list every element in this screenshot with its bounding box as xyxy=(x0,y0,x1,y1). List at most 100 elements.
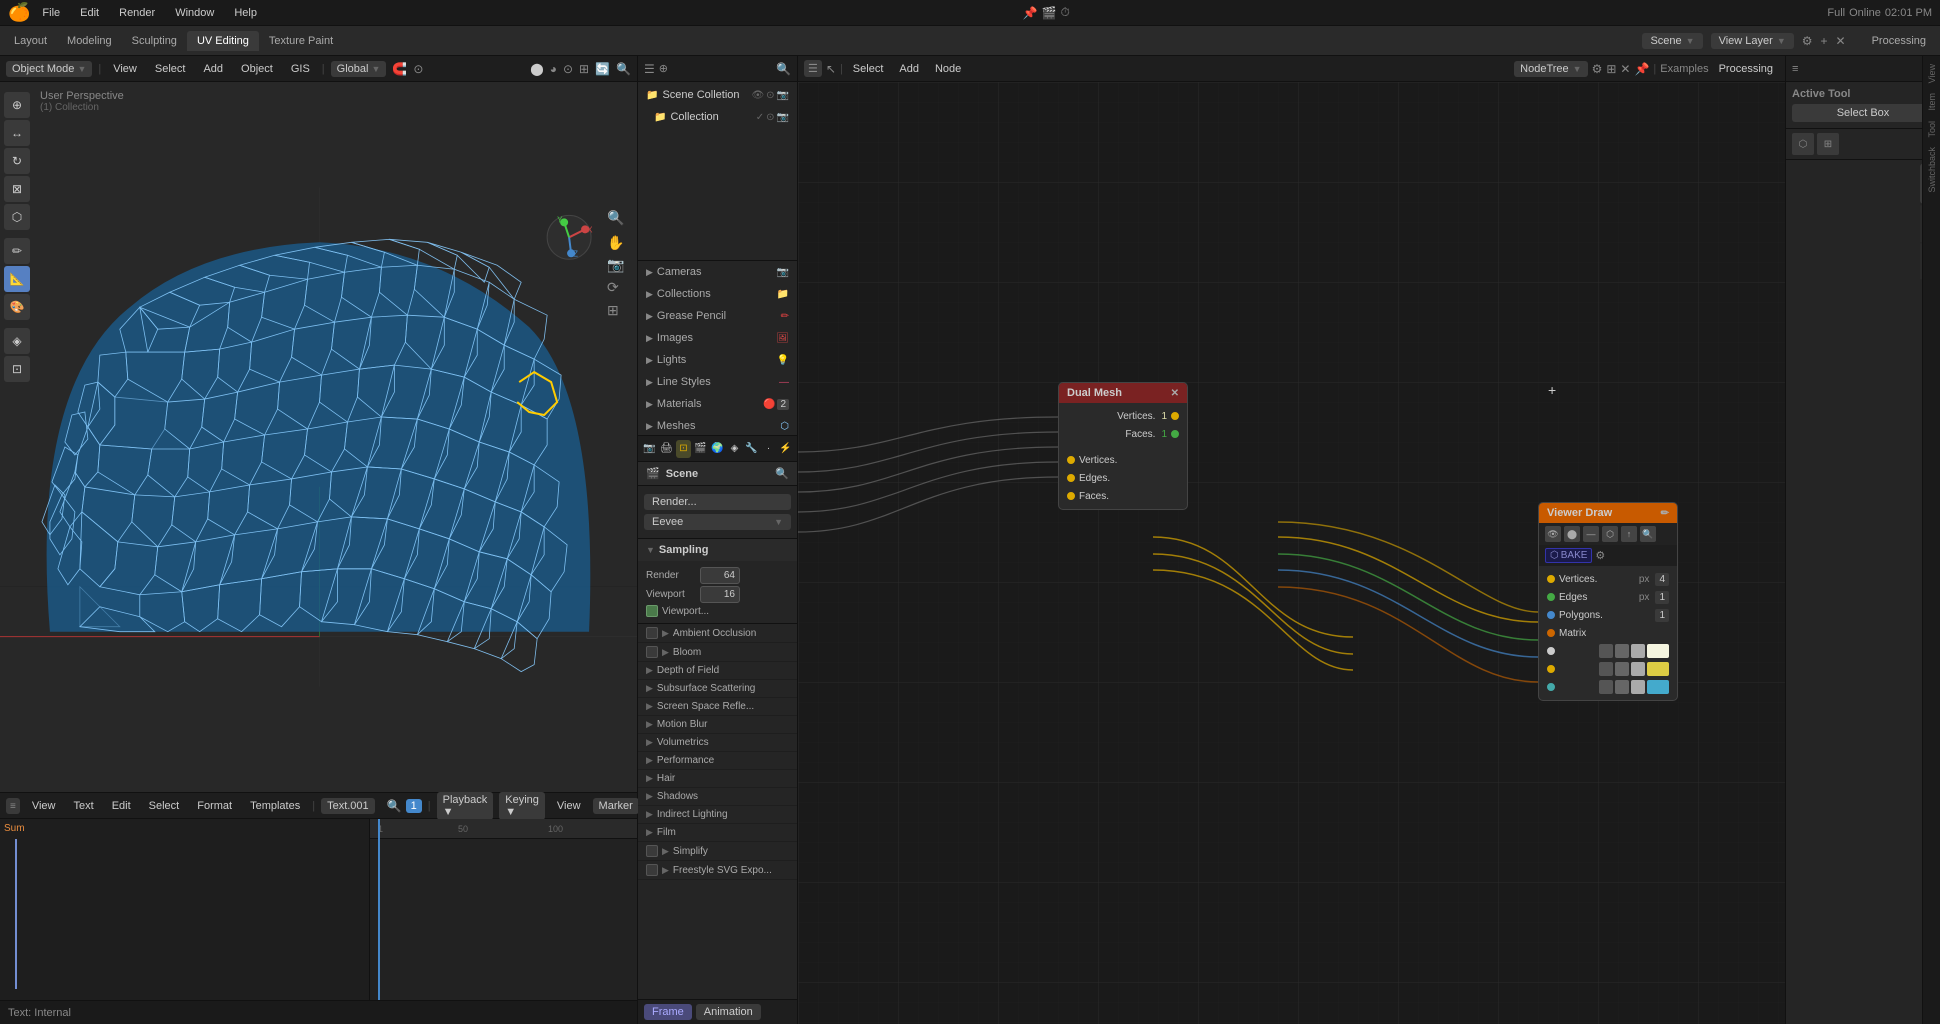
modifier-props-icon[interactable]: 🔧 xyxy=(744,440,759,458)
ne-overlay-icon[interactable]: ⊞ xyxy=(1606,62,1616,76)
select-box-btn[interactable]: Select Box xyxy=(1792,104,1934,122)
vd-swatch-8[interactable] xyxy=(1615,680,1629,694)
viewport-sample-value[interactable]: 16 xyxy=(700,586,740,603)
vd-edges-socket[interactable] xyxy=(1547,593,1555,601)
tool-cursor[interactable]: ⊕ xyxy=(4,92,30,118)
view-menu[interactable]: View xyxy=(107,61,143,77)
gizmo-icon[interactable]: 🔄 xyxy=(595,62,610,76)
vd-vertices-socket[interactable] xyxy=(1547,575,1555,583)
tool-curves[interactable]: ⊡ xyxy=(4,356,30,382)
motion-blur-item[interactable]: ▶ Motion Blur xyxy=(638,716,797,734)
collection-render[interactable]: ⊙ xyxy=(766,112,774,123)
tool-paint[interactable]: 🎨 xyxy=(4,294,30,320)
asset-materials[interactable]: ▶ Materials 🔴 2 xyxy=(638,393,797,415)
vd-edges-val[interactable]: 1 xyxy=(1655,591,1669,604)
outliner-search[interactable]: 🔍 xyxy=(776,62,791,76)
tool-measure[interactable]: 📐 xyxy=(4,266,30,292)
tab-processing[interactable]: Processing xyxy=(1862,31,1936,51)
ne-pin-icon[interactable]: 📌 xyxy=(1634,62,1649,76)
scene-search-icon[interactable]: 🔍 xyxy=(775,467,789,480)
pin-icon[interactable]: 📌 xyxy=(1023,6,1038,20)
output-props-icon[interactable]: 🖨 xyxy=(659,440,674,458)
viewer-draw-edit[interactable]: ✏ xyxy=(1661,508,1669,519)
tl-view[interactable]: View xyxy=(26,798,62,814)
vd-color-yellow[interactable] xyxy=(1647,662,1669,676)
bake-settings-icon[interactable]: ⚙ xyxy=(1595,549,1605,562)
menu-render[interactable]: Render xyxy=(111,5,163,21)
ne-processing[interactable]: Processing xyxy=(1713,61,1779,77)
asset-line-styles[interactable]: ▶ Line Styles — xyxy=(638,371,797,393)
node-tree-selector[interactable]: NodeTree ▼ xyxy=(1514,61,1587,77)
screen-space-reflections-item[interactable]: ▶ Screen Space Refle... xyxy=(638,698,797,716)
bloom-checkbox[interactable] xyxy=(646,646,658,658)
keying-btn[interactable]: Keying ▼ xyxy=(499,792,545,820)
shadows-item[interactable]: ▶ Shadows xyxy=(638,788,797,806)
vd-polygons-socket[interactable] xyxy=(1547,611,1555,619)
asset-images[interactable]: ▶ Images 🖼 xyxy=(638,327,797,349)
marker-btn[interactable]: Marker xyxy=(593,798,639,814)
vd-swatch-4[interactable] xyxy=(1599,662,1613,676)
vd-swatch-3[interactable] xyxy=(1631,644,1645,658)
tl-text[interactable]: Text xyxy=(68,798,100,814)
vd-white-socket[interactable] xyxy=(1547,647,1555,655)
collection-viewport[interactable]: 📷 xyxy=(777,112,789,123)
scene-props-icon[interactable]: 🎬 xyxy=(693,440,708,458)
meshes-icon[interactable]: ⬡ xyxy=(780,421,789,432)
vd-edge-icon[interactable]: — xyxy=(1583,526,1599,542)
render-sample-value[interactable]: 64 xyxy=(700,567,740,584)
tab-sculpting[interactable]: Sculpting xyxy=(122,31,187,51)
tl-search-icon[interactable]: 🔍 xyxy=(387,799,402,813)
view-layer-selector[interactable]: View Layer ▼ xyxy=(1711,33,1794,49)
vd-eye-icon[interactable]: 👁 xyxy=(1545,526,1561,542)
subsurface-scattering-item[interactable]: ▶ Subsurface Scattering xyxy=(638,680,797,698)
ao-checkbox[interactable] xyxy=(646,627,658,639)
vd-swatch-9[interactable] xyxy=(1631,680,1645,694)
mode-selector[interactable]: Object Mode ▼ xyxy=(6,61,92,77)
viewport-overlay[interactable]: ⊞ xyxy=(579,62,589,76)
ne-node-menu[interactable]: Node xyxy=(929,61,967,77)
tool-rotate[interactable]: ↻ xyxy=(4,148,30,174)
render-props-icon[interactable]: 📷 xyxy=(642,440,657,458)
tl-templates[interactable]: Templates xyxy=(244,798,306,814)
cameras-icon[interactable]: 📷 xyxy=(777,267,789,278)
vd-vert-icon[interactable]: ⬤ xyxy=(1564,526,1580,542)
grease-pencil-icon[interactable]: ✏ xyxy=(781,311,789,322)
timeline-mode-btn[interactable]: ≡ xyxy=(6,798,20,814)
materials-icon[interactable]: 🔴 xyxy=(763,399,775,410)
sampling-header[interactable]: ▼ Sampling xyxy=(638,539,797,561)
asset-lights[interactable]: ▶ Lights 💡 xyxy=(638,349,797,371)
engine-selector[interactable]: Eevee ▼ xyxy=(644,514,791,530)
vd-swatch-5[interactable] xyxy=(1615,662,1629,676)
tl-select[interactable]: Select xyxy=(143,798,186,814)
freestyle-item[interactable]: ▶ Freestyle SVG Expo... xyxy=(638,861,797,880)
close-view-icon[interactable]: ✕ xyxy=(1836,34,1846,48)
tl-view2[interactable]: View xyxy=(551,798,587,814)
transform-orientation[interactable]: Global ▼ xyxy=(331,61,387,77)
ne-select-menu[interactable]: Select xyxy=(847,61,890,77)
tool-cad[interactable]: ◈ xyxy=(4,328,30,354)
dm-edges-out-socket[interactable] xyxy=(1067,474,1075,482)
playback-btn[interactable]: Playback ▼ xyxy=(437,792,494,820)
bake-btn[interactable]: ⬡ BAKE xyxy=(1545,548,1592,563)
render-visible-icon[interactable]: ⊙ xyxy=(766,90,774,101)
depth-of-field-item[interactable]: ▶ Depth of Field xyxy=(638,662,797,680)
vd-swatch-6[interactable] xyxy=(1631,662,1645,676)
proportional-icon[interactable]: ⊙ xyxy=(413,62,423,76)
film-item[interactable]: ▶ Film xyxy=(638,824,797,842)
tool-icon-2[interactable]: ⊞ xyxy=(1817,133,1839,155)
render-icon[interactable]: 🎬 xyxy=(1041,6,1056,20)
frame-display[interactable]: 1 xyxy=(406,799,422,813)
tool-annotate[interactable]: ✏ xyxy=(4,238,30,264)
vd-search-icon[interactable]: 🔍 xyxy=(1640,526,1656,542)
particles-props-icon[interactable]: · xyxy=(761,440,776,458)
dm-faces-in-socket[interactable] xyxy=(1171,430,1179,438)
switchback-view[interactable]: View xyxy=(1927,60,1937,87)
vd-teal-socket[interactable] xyxy=(1547,683,1555,691)
vd-yellow-socket[interactable] xyxy=(1547,665,1555,673)
tool-icon-1[interactable]: ⬡ xyxy=(1792,133,1814,155)
ne-close-icon[interactable]: ✕ xyxy=(1620,62,1630,76)
dm-faces-out-socket[interactable] xyxy=(1067,492,1075,500)
vd-matrix-socket[interactable] xyxy=(1547,629,1555,637)
object-menu[interactable]: Object xyxy=(235,61,279,77)
view-layer-props-icon[interactable]: ⊡ xyxy=(676,440,691,458)
